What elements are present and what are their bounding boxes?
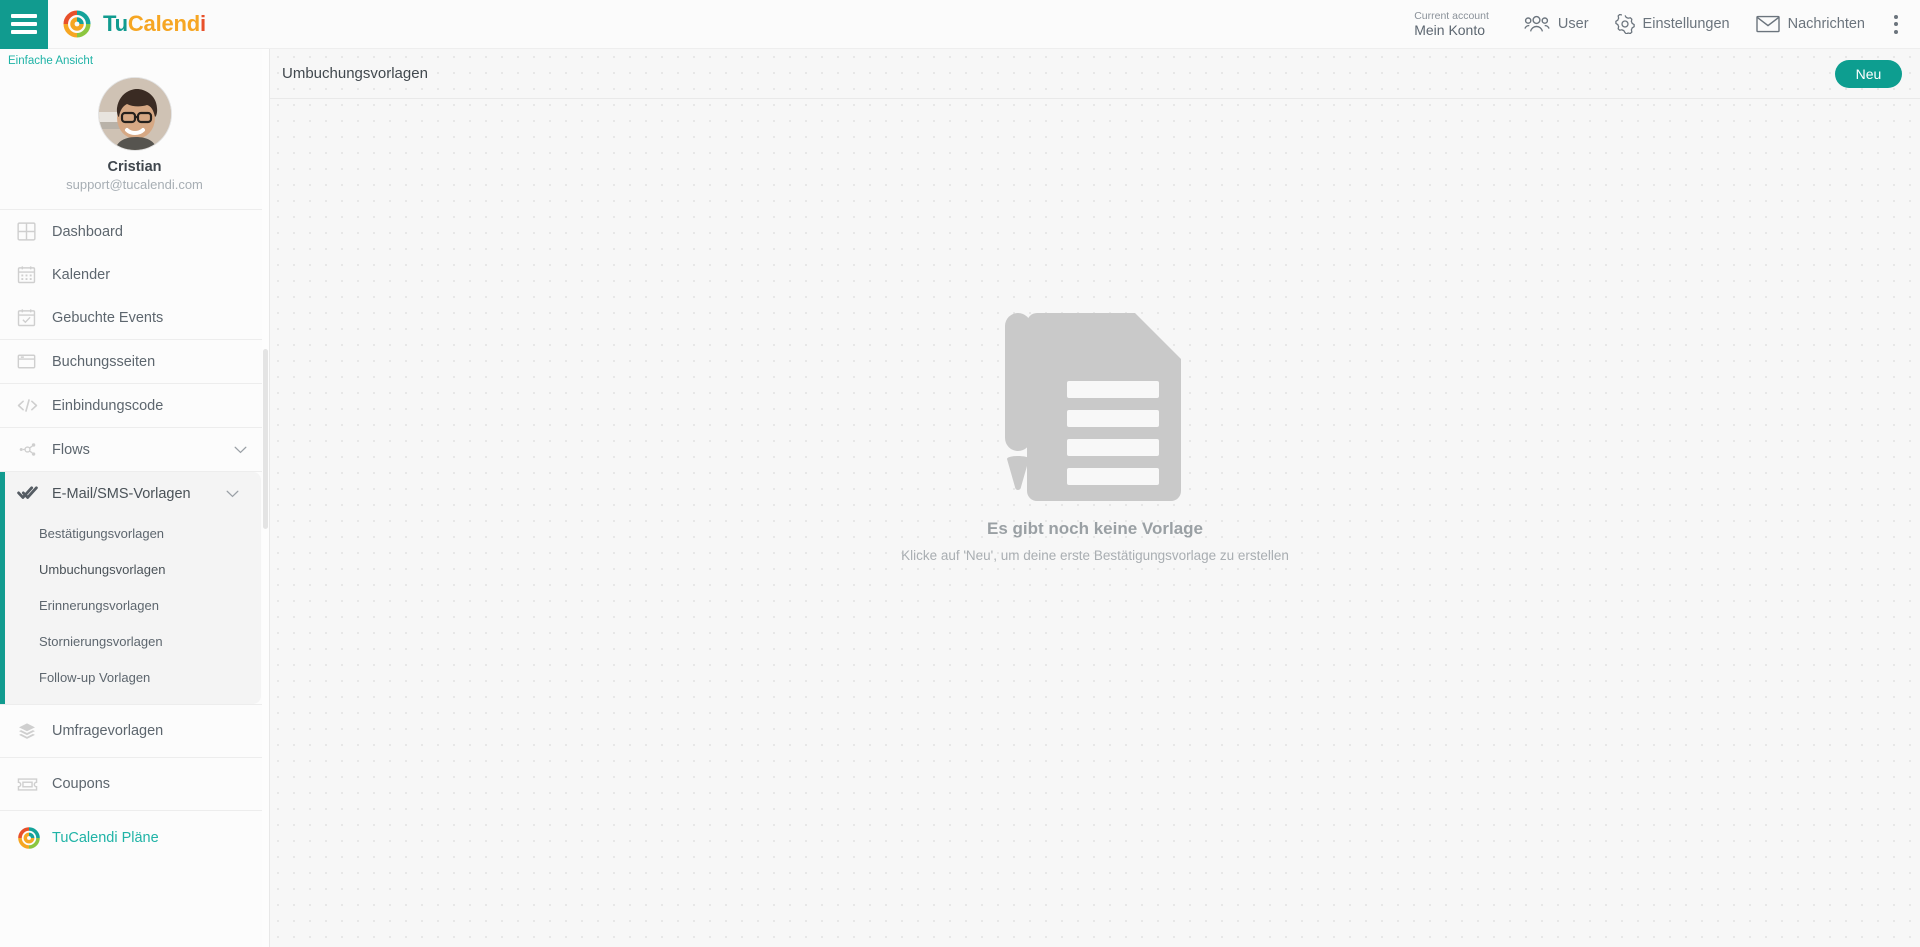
code-brackets-icon [17,396,43,415]
kebab-dot [1894,29,1898,34]
chevron-down-icon[interactable] [234,446,247,454]
sidebar-subitem-stornierungsvorlagen[interactable]: Stornierungsvorlagen [5,623,261,659]
hamburger-bar [11,22,37,26]
hamburger-bar [11,30,37,34]
sidebar-profile: Cristian support@tucalendi.com [0,67,269,210]
sidebar-subnav: Bestätigungsvorlagen Umbuchungsvorlagen … [5,515,261,704]
sidebar-item-flows-label: Flows [52,441,90,458]
sidebar-item-einbindungscode-label: Einbindungscode [52,397,164,414]
ticket-icon [17,776,43,793]
sidebar-subitem-erinnerungsvorlagen[interactable]: Erinnerungsvorlagen [5,587,261,623]
users-icon [1524,15,1550,32]
sidebar-item-email-sms-vorlagen[interactable]: E-Mail/SMS-Vorlagen [5,472,261,515]
sidebar-item-gebuchte-events-label: Gebuchte Events [52,309,164,326]
kebab-dot [1894,14,1898,19]
sidebar-subitem-umbuchungsvorlagen[interactable]: Umbuchungsvorlagen [5,551,261,587]
profile-email: support@tucalendi.com [66,177,203,192]
top-item-user[interactable]: User [1511,0,1602,49]
double-check-icon [17,485,43,502]
tucalendi-logo-icon [17,826,43,850]
top-item-settings-label: Einstellungen [1642,16,1730,32]
current-account-label: Current account [1414,9,1489,22]
empty-state: Es gibt noch keine Vorlage Klicke auf 'N… [270,99,1920,947]
sidebar-item-gebuchte-events[interactable]: Gebuchte Events [0,296,269,339]
sidebar-scrollbar-thumb[interactable] [263,349,268,529]
envelope-icon [1755,15,1780,33]
sidebar: Einfache Ansicht Cristian support@tucale… [0,49,270,947]
empty-state-title: Es gibt noch keine Vorlage [986,519,1203,538]
avatar[interactable] [98,78,171,150]
brand-name: TuCalendi [103,11,206,37]
nav-group-embed-code: Einbindungscode [0,384,269,428]
main-content: Umbuchungsvorlagen Neu Es gibt noch kein… [270,49,1920,947]
sidebar-item-buchungsseiten-label: Buchungsseiten [52,353,156,370]
top-item-settings[interactable]: Einstellungen [1602,0,1743,49]
nav-group-survey: Umfragevorlagen [0,704,269,758]
sidebar-item-dashboard-label: Dashboard [52,223,123,240]
calendar-icon [17,265,43,284]
top-item-messages[interactable]: Nachrichten [1743,0,1878,49]
sidebar-scrollbar[interactable] [262,49,269,947]
nav-group-booking-pages: Buchungsseiten [0,340,269,384]
current-account-value: Mein Konto [1414,21,1486,38]
empty-state-subtitle: Klicke auf 'Neu', um deine erste Bestäti… [901,548,1289,563]
user-avatar [98,78,171,150]
new-button[interactable]: Neu [1835,59,1902,88]
sidebar-subitem-bestaetigungsvorlagen[interactable]: Bestätigungsvorlagen [5,515,261,551]
nav-group-coupons: Coupons [0,758,269,811]
sidebar-item-dashboard[interactable]: Dashboard [0,210,269,253]
top-bar: TuCalendi Current account Mein Konto Use… [0,0,1920,49]
top-item-user-label: User [1557,16,1589,32]
sidebar-nav: Dashboard Kalender Gebuchte Events Buchu… [0,210,269,865]
chevron-down-icon[interactable] [226,490,239,498]
sidebar-item-kalender-label: Kalender [52,266,111,283]
layers-icon [17,722,43,741]
sidebar-item-tucalendi-plaene[interactable]: TuCalendi Pläne [0,811,269,865]
nav-group-flows: Flows [0,428,269,472]
sidebar-item-buchungsseiten[interactable]: Buchungsseiten [0,340,269,383]
sidebar-item-tucalendi-plaene-label: TuCalendi Pläne [52,830,159,846]
sidebar-item-email-sms-vorlagen-label: E-Mail/SMS-Vorlagen [52,485,191,502]
hamburger-menu-icon[interactable] [0,0,48,49]
document-pencil-icon [1005,313,1181,501]
sidebar-item-coupons[interactable]: Coupons [0,758,269,810]
main-header: Umbuchungsvorlagen Neu [270,49,1920,99]
kebab-menu-icon[interactable] [1878,14,1908,34]
sidebar-item-kalender[interactable]: Kalender [0,253,269,296]
nav-group-main: Dashboard Kalender Gebuchte Events [0,210,269,340]
sidebar-section-email-sms-vorlagen: E-Mail/SMS-Vorlagen Bestätigungsvorlagen… [0,472,261,704]
brand-name-part3: i [200,11,206,36]
calendar-check-icon [17,308,43,327]
tucalendi-logo-icon [63,10,91,38]
brand-logo[interactable]: TuCalendi [62,9,206,39]
sidebar-item-umfragevorlagen-label: Umfragevorlagen [52,723,164,739]
brand-name-part1: Tu [103,11,128,36]
sidebar-subitem-follow-up-vorlagen[interactable]: Follow-up Vorlagen [5,659,261,695]
dashboard-grid-icon [17,222,43,241]
top-bar-actions: Current account Mein Konto User Einstell… [1414,0,1920,49]
gear-icon [1614,14,1635,34]
browser-window-icon [17,352,43,371]
flow-nodes-icon [17,440,43,459]
sidebar-item-coupons-label: Coupons [52,776,111,792]
simple-view-link[interactable]: Einfache Ansicht [0,49,269,67]
brand-name-part2: Calend [127,11,201,36]
hamburger-bar [11,14,37,18]
sidebar-item-umfragevorlagen[interactable]: Umfragevorlagen [0,705,269,757]
kebab-dot [1894,22,1898,26]
top-item-messages-label: Nachrichten [1787,16,1865,32]
profile-name: Cristian [107,159,162,175]
sidebar-item-einbindungscode[interactable]: Einbindungscode [0,384,269,427]
sidebar-item-flows[interactable]: Flows [0,428,269,471]
current-account[interactable]: Current account Mein Konto [1414,10,1489,38]
page-title: Umbuchungsvorlagen [282,65,428,82]
